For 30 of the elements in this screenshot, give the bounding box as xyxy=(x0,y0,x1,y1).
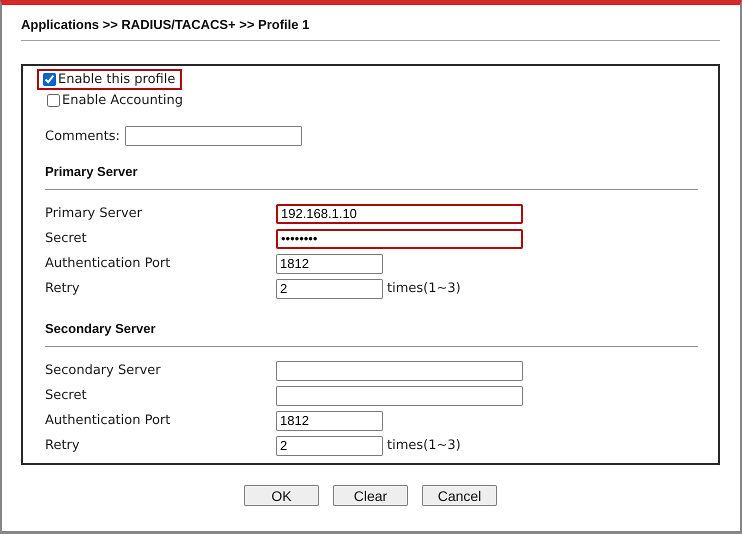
action-button[interactable]: OK xyxy=(244,485,319,506)
input-field[interactable] xyxy=(276,386,523,406)
breadcrumb: Applications >> RADIUS/TACACS+ >> Profile 1 xyxy=(21,17,720,41)
input-field[interactable]: 2 xyxy=(276,436,383,456)
field-label: Retry xyxy=(45,281,81,296)
input-field[interactable]: 1812 xyxy=(276,410,383,430)
field-label: Authentication Port xyxy=(45,413,172,428)
field-label: Secret xyxy=(45,388,88,403)
input-field[interactable] xyxy=(124,126,302,146)
field-label: Secondary Server xyxy=(45,363,162,378)
field-label: Authentication Port xyxy=(45,256,172,271)
unit-label: times(1~3) xyxy=(387,438,461,453)
section-title: Primary Server xyxy=(45,164,698,190)
checkbox[interactable] xyxy=(43,73,56,86)
unit-label: times(1~3) xyxy=(387,281,461,296)
checkbox-label: Enable Accounting xyxy=(62,93,184,108)
input-field[interactable]: 192.168.1.10 xyxy=(276,204,523,224)
field-label: Comments: xyxy=(45,128,120,144)
input-field[interactable]: •••••••• xyxy=(276,228,523,248)
action-button[interactable]: Clear xyxy=(333,485,408,506)
checkbox[interactable] xyxy=(47,94,60,107)
field-label: Secret xyxy=(45,231,88,246)
field-label: Retry xyxy=(45,438,81,453)
input-field[interactable] xyxy=(276,360,523,380)
input-field[interactable]: 1812 xyxy=(276,254,383,274)
field-label: Primary Server xyxy=(45,206,143,221)
checkbox-label: Enable this profile xyxy=(58,72,176,87)
section-title: Secondary Server xyxy=(45,321,698,347)
input-field[interactable]: 2 xyxy=(276,278,383,298)
action-button[interactable]: Cancel xyxy=(422,485,497,506)
